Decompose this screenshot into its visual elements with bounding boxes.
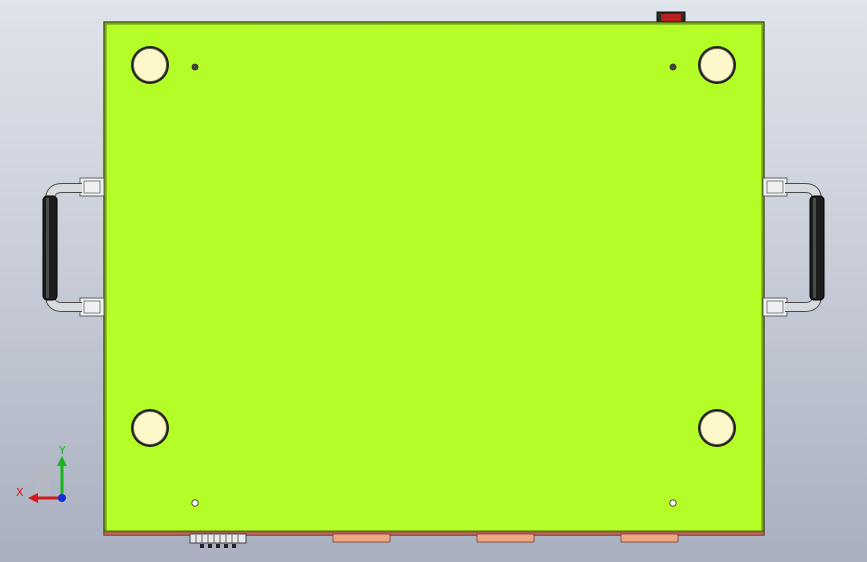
enclosure-top-plate[interactable]: [103, 21, 765, 536]
left-handle[interactable]: [42, 177, 105, 317]
screw-hole-bottom-right: [669, 499, 677, 507]
connector-port-3[interactable]: [620, 533, 679, 543]
screw-hole-top-right: [669, 63, 677, 71]
power-switch-button[interactable]: [661, 14, 681, 21]
connector-port-1[interactable]: [332, 533, 391, 543]
model-scene: [42, 11, 825, 548]
right-handle-grip: [809, 195, 825, 301]
cad-viewport[interactable]: Y X: [0, 0, 867, 562]
x-axis-label: X: [16, 486, 24, 499]
rubber-foot-bottom-right: [698, 409, 736, 447]
orientation-triad[interactable]: Y X: [10, 438, 80, 508]
y-axis-label: Y: [58, 444, 66, 457]
power-switch[interactable]: [656, 11, 686, 24]
rubber-foot-top-right: [698, 46, 736, 84]
terminal-block[interactable]: [189, 533, 247, 548]
x-axis-arrow: [28, 493, 38, 503]
screw-hole-top-left: [191, 63, 199, 71]
right-handle[interactable]: [762, 177, 825, 317]
connector-port-2[interactable]: [476, 533, 535, 543]
left-handle-grip: [42, 195, 58, 301]
screw-hole-bottom-left: [191, 499, 199, 507]
rubber-foot-bottom-left: [131, 409, 169, 447]
triad-plane: [34, 466, 50, 498]
y-axis-arrow: [57, 456, 67, 466]
rubber-foot-top-left: [131, 46, 169, 84]
z-axis-dot: [58, 494, 66, 502]
